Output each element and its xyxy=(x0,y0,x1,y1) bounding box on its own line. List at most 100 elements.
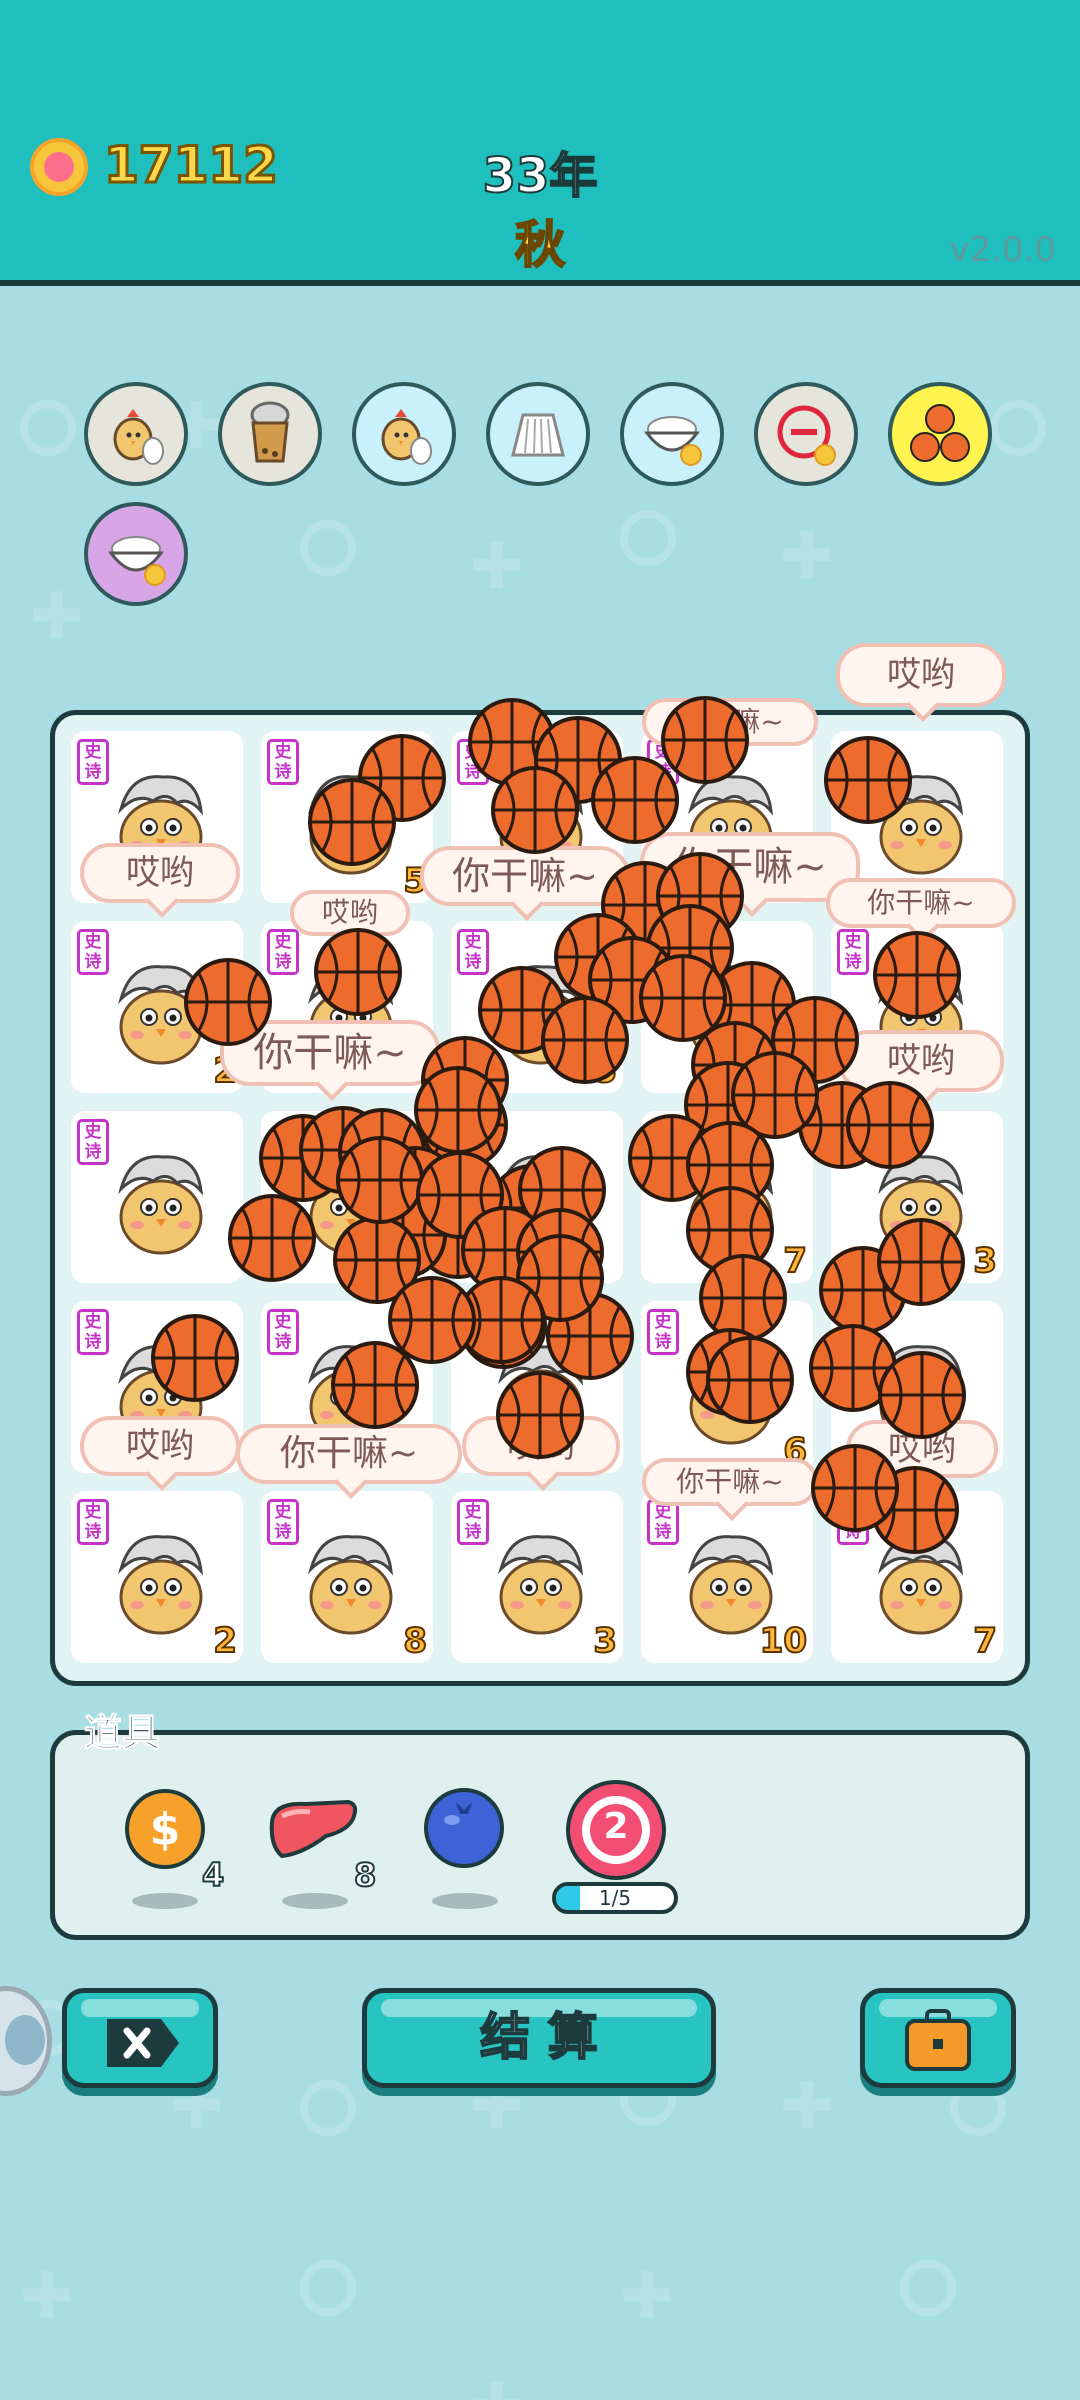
epic-tag: 史诗 xyxy=(837,1499,869,1545)
cell-value: 3 xyxy=(592,1620,618,1662)
gold-coin-item[interactable]: $ xyxy=(122,1786,208,1872)
speech-bubble: 哎哟 xyxy=(462,1416,620,1476)
cell-value: 3 xyxy=(972,1240,998,1282)
milk-tea-icon[interactable] xyxy=(218,382,322,486)
epic-tag: 史诗 xyxy=(267,1499,299,1545)
epic-tag: 史诗 xyxy=(267,1309,299,1355)
speech-bubble: 你干嘛~ xyxy=(826,878,1016,928)
speech-bubble: 哎哟 xyxy=(838,1030,1004,1092)
epic-tag: 史诗 xyxy=(77,1309,109,1355)
cell-value: 2 xyxy=(212,1620,238,1662)
top-bar: 17112 33年 秋 v2.0.0 xyxy=(0,0,1080,286)
speech-bubble: 你干嘛~ xyxy=(642,1458,818,1506)
board-cell[interactable]: 史诗 3 xyxy=(451,1491,623,1663)
board-cell[interactable]: 史诗 8 xyxy=(261,1491,433,1663)
bag-button[interactable] xyxy=(860,1988,1016,2088)
delete-icon xyxy=(107,2019,179,2067)
chicken-egg-icon[interactable] xyxy=(352,382,456,486)
cell-value: 7 xyxy=(782,1240,808,1282)
blueberry-item[interactable] xyxy=(422,1786,506,1870)
speech-bubble: 哎哟 xyxy=(846,1420,998,1478)
rice-bowl-icon[interactable] xyxy=(620,382,724,486)
board-cell[interactable] xyxy=(451,1111,623,1283)
epic-tag: 史诗 xyxy=(77,1119,109,1165)
coin-item-count: 4 xyxy=(201,1855,225,1895)
dollar-coin-icon: $ xyxy=(125,1789,205,1869)
board-cell[interactable]: 史诗 xyxy=(71,1111,243,1283)
epic-tag: 史诗 xyxy=(267,929,299,975)
chicken-character-icon xyxy=(118,1155,204,1255)
item-shadow xyxy=(132,1893,198,1909)
chicken-character-icon xyxy=(308,1155,394,1255)
chicken-character-icon xyxy=(688,1345,774,1445)
board-cell[interactable]: 史诗2 xyxy=(71,921,243,1093)
epic-tag: 史诗 xyxy=(837,929,869,975)
rice-bowl-icon[interactable] xyxy=(84,502,188,606)
board-cell[interactable]: 7 xyxy=(641,1111,813,1283)
epic-tag: 史诗 xyxy=(77,1499,109,1545)
chicken-character-icon xyxy=(308,775,394,875)
target-item[interactable]: 2 xyxy=(564,1778,668,1882)
chicken-character-icon xyxy=(688,1155,774,1255)
liver-icon xyxy=(269,1799,358,1859)
epic-tag: 史诗 xyxy=(267,739,299,785)
minus-coin-icon[interactable] xyxy=(754,382,858,486)
speech-bubble: 你干嘛~ xyxy=(640,832,860,902)
board-cell[interactable]: 史诗 5 xyxy=(261,731,433,903)
target-progress-text: 1/5 xyxy=(598,1886,632,1910)
blueberry-icon xyxy=(424,1788,504,1868)
chicken-character-icon xyxy=(878,775,964,875)
epic-tag: 史诗 xyxy=(457,739,489,785)
coin-icon xyxy=(30,138,88,196)
chicken-egg-icon[interactable] xyxy=(84,382,188,486)
chicken-character-icon xyxy=(878,1155,964,1255)
target-value: 2 xyxy=(603,1806,629,1847)
items-title: 道具 xyxy=(83,1711,161,1756)
chicken-character-icon xyxy=(688,965,774,1065)
speech-bubble: 哎哟 xyxy=(836,643,1006,707)
chicken-character-icon xyxy=(878,1535,964,1635)
speech-bubble: 你干嘛~ xyxy=(220,1020,440,1086)
cell-value: 7 xyxy=(972,1620,998,1662)
chicken-character-icon xyxy=(308,1535,394,1635)
season-label: 秋 xyxy=(514,215,566,275)
speech-bubble: 哎哟 xyxy=(80,1416,240,1476)
basketballs-icon[interactable] xyxy=(888,382,992,486)
board-cell[interactable]: 史诗 2 xyxy=(71,1491,243,1663)
skirt-icon[interactable] xyxy=(486,382,590,486)
epic-tag: 史诗 xyxy=(647,1309,679,1355)
settle-label: 结 算 xyxy=(479,2007,598,2067)
year-label: 33年 xyxy=(482,147,599,205)
svg-text:$: $ xyxy=(150,1804,181,1855)
cell-value: 8 xyxy=(402,1620,428,1662)
board-cell[interactable]: 3 xyxy=(831,1111,1003,1283)
liver-item-count: 8 xyxy=(353,1855,377,1895)
chicken-character-icon xyxy=(498,1155,584,1255)
version-label: v2.0.0 xyxy=(949,230,1056,270)
chicken-character-icon xyxy=(118,965,204,1065)
epic-tag: 史诗 xyxy=(457,1499,489,1545)
board-cell[interactable]: 史诗 15 xyxy=(451,921,623,1093)
speech-bubble: 你干嘛~ xyxy=(236,1424,462,1484)
exit-button[interactable] xyxy=(62,1988,218,2088)
chicken-character-icon xyxy=(118,1535,204,1635)
board-cell[interactable]: 史诗 6 xyxy=(641,1301,813,1473)
board-cell[interactable]: 史诗 7 xyxy=(831,1491,1003,1663)
epic-tag: 史诗 xyxy=(457,929,489,975)
briefcase-icon xyxy=(905,2009,971,2071)
settle-button[interactable]: 结 算 xyxy=(362,1988,716,2088)
speech-bubble: 你干嘛~ xyxy=(642,698,818,746)
speech-bubble: 哎哟 xyxy=(80,843,240,903)
speech-bubble: 你干嘛~ xyxy=(420,846,630,906)
cell-value: 10 xyxy=(759,1620,808,1662)
board-cell[interactable] xyxy=(641,921,813,1093)
speech-bubble: 哎哟 xyxy=(290,890,410,936)
epic-tag: 史诗 xyxy=(77,739,109,785)
item-shadow xyxy=(282,1893,348,1909)
target-progress-bar: 1/5 xyxy=(552,1882,678,1914)
board-cell[interactable] xyxy=(261,1111,433,1283)
item-shadow xyxy=(432,1893,498,1909)
cell-value: 15 xyxy=(569,1050,618,1092)
liver-item[interactable] xyxy=(266,1796,362,1866)
coin-count: 17112 xyxy=(103,135,280,196)
